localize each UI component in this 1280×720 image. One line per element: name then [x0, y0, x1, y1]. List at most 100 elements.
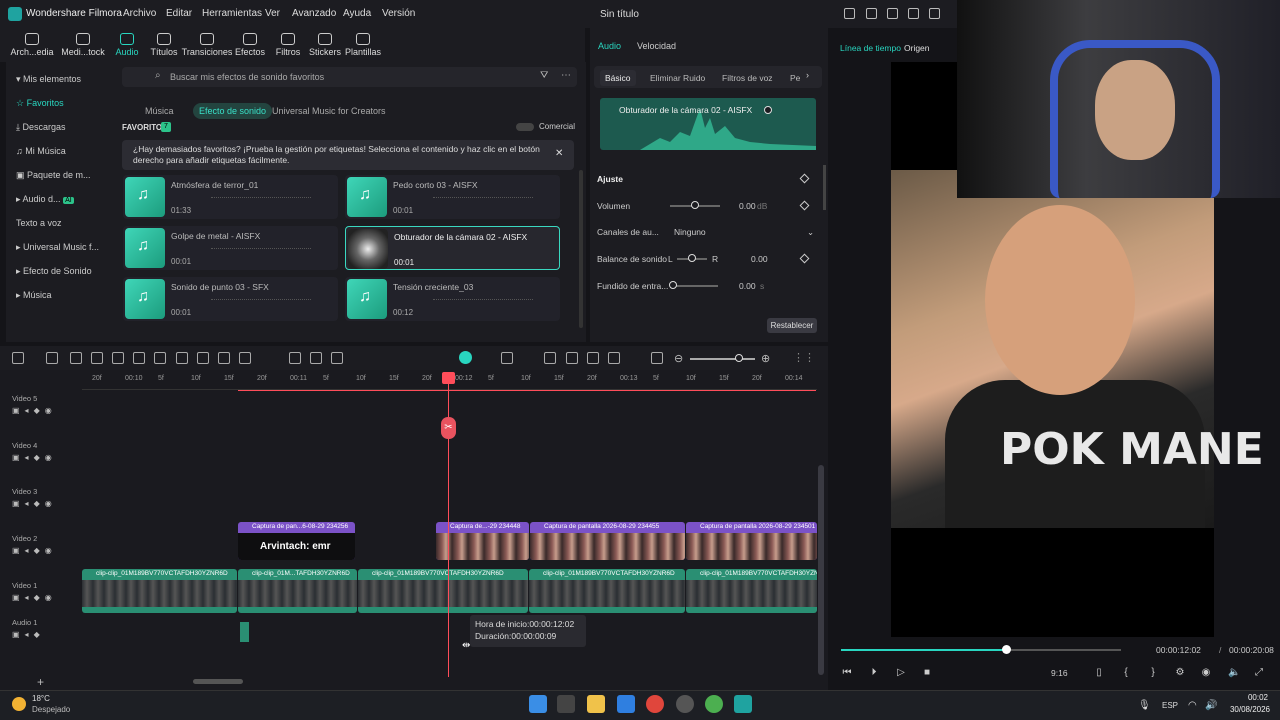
list-item[interactable]: ♫ Tensión creciente_03 00:12	[345, 277, 560, 321]
reset-button[interactable]: Restablecer	[767, 318, 817, 333]
redo-icon[interactable]	[91, 352, 103, 364]
speed-icon[interactable]	[218, 352, 230, 364]
sidebar-item-favoritos[interactable]: ☆ Favoritos	[6, 92, 106, 114]
balance-knob[interactable]	[688, 254, 696, 262]
timeline-clip[interactable]: clip-clip_01M189BV770VCTAFDH30YZNR6D	[686, 569, 817, 613]
timeline-clip[interactable]: clip-clip_01M189BV770VCTAFDH30YZNR6D	[358, 569, 528, 613]
pip-icon[interactable]	[651, 352, 663, 364]
taskview-icon[interactable]	[557, 695, 575, 713]
stop-icon[interactable]: ■	[922, 668, 932, 678]
more-icon[interactable]: ⋯	[561, 70, 571, 81]
language[interactable]: ESP	[1162, 701, 1178, 710]
weather-desc[interactable]: Despejado	[32, 705, 70, 714]
snapshot-icon[interactable]: ◉	[1201, 668, 1211, 678]
zoom-out-icon[interactable]: ⊖	[674, 352, 683, 365]
select-icon[interactable]	[46, 352, 58, 364]
mic-tray-icon[interactable]: 🎙	[1138, 700, 1151, 711]
menu-herramientas[interactable]: Herramientas	[202, 8, 262, 19]
timeline-vscroll[interactable]	[818, 465, 824, 675]
sidebar-item-paquete[interactable]: ▣ Paquete de m...	[6, 164, 106, 186]
search-input[interactable]: Buscar mis efectos de sonido favoritos	[170, 72, 324, 82]
tab-musica[interactable]: Música	[139, 103, 180, 119]
tab-efecto-de-sonido[interactable]: Efecto de sonido	[193, 103, 273, 119]
zoom-knob[interactable]	[735, 354, 743, 362]
menu-editar[interactable]: Editar	[166, 8, 192, 19]
close-icon[interactable]: ✕	[555, 148, 563, 159]
timer-icon[interactable]	[239, 352, 251, 364]
layout-icon[interactable]	[12, 352, 24, 364]
tab-origin[interactable]: Origen	[904, 43, 930, 53]
menu-archivo[interactable]: Archivo	[123, 8, 156, 19]
list-item[interactable]: ♫ Golpe de metal - AISFX 00:01	[123, 226, 338, 270]
network-icon[interactable]: ◠	[1188, 700, 1197, 711]
list-item[interactable]: ♫ Sonido de punto 03 - SFX 00:01	[123, 277, 338, 321]
list-scrollbar[interactable]	[579, 170, 583, 328]
list-item[interactable]: ♫ Pedo corto 03 - AISFX 00:01	[345, 175, 560, 219]
list-item-selected[interactable]: Obturador de la cámara 02 - AISFX 00:01	[345, 226, 560, 270]
chrome-alt-icon[interactable]	[705, 695, 723, 713]
playhead-handle[interactable]	[442, 372, 455, 384]
sidebar-item-universal-music[interactable]: ▸ Universal Music f...	[6, 236, 106, 258]
track-controls[interactable]: ▣◂◆	[12, 630, 45, 639]
sidebar-item-efecto-sonido[interactable]: ▸ Efecto de Sonido	[6, 260, 106, 282]
list-item[interactable]: ♫ Atmósfera de terror_01 01:33	[123, 175, 338, 219]
volume-knob[interactable]	[691, 201, 699, 209]
waveform-handle[interactable]	[764, 106, 772, 114]
timeline-clip[interactable]: Captura de pan...6-08-29 234256 Arvintach…	[238, 522, 355, 560]
timeline-clip[interactable]: clip-clip_01M189BV770VCTAFDH30YZNR6D	[82, 569, 237, 613]
speaker-icon[interactable]: 🔊	[1205, 700, 1217, 711]
sidebar-item-descargas[interactable]: ⤓ Descargas	[6, 116, 106, 138]
tab-velocidad[interactable]: Velocidad	[637, 41, 676, 51]
play-frame-icon[interactable]: ⏵	[869, 668, 879, 678]
add-track-icon[interactable]: +	[37, 675, 44, 689]
settings-icon[interactable]: ⚙	[1175, 668, 1185, 678]
commercial-toggle[interactable]	[516, 123, 534, 131]
send-icon[interactable]	[866, 8, 877, 19]
tab-basico[interactable]: Básico	[600, 70, 636, 86]
channels-select[interactable]: Ninguno	[674, 227, 706, 237]
mixer-icon[interactable]	[608, 352, 620, 364]
volume-value[interactable]: 0.00	[739, 201, 756, 211]
delete-icon[interactable]	[112, 352, 124, 364]
zoom-in-icon[interactable]: ⊕	[761, 352, 770, 365]
menu-ayuda[interactable]: Ayuda	[343, 8, 371, 19]
date[interactable]: 30/08/2026	[1224, 705, 1270, 714]
sidebar-item-musica[interactable]: ▸ Música	[6, 284, 106, 306]
menu-version[interactable]: Versión	[382, 8, 415, 19]
balance-value[interactable]: 0.00	[751, 254, 768, 264]
render-icon[interactable]	[501, 352, 513, 364]
track-controls[interactable]: ▣◂◆◉	[12, 546, 57, 555]
start-icon[interactable]	[529, 695, 547, 713]
audio-adjust-icon[interactable]	[310, 352, 322, 364]
tab-filtros-de-voz[interactable]: Filtros de voz	[717, 70, 778, 86]
tool-import[interactable]: Arch...edia	[5, 30, 59, 57]
sidebar-item-mi-musica[interactable]: ♫ Mi Música	[6, 140, 106, 162]
tool-templates[interactable]: Plantillas	[336, 30, 390, 57]
mark-in-icon[interactable]: {	[1121, 668, 1131, 678]
timeline-clip[interactable]: clip-clip_01M...TAFDH30YZNR6D	[238, 569, 357, 613]
tab-audio[interactable]: Audio	[598, 41, 621, 51]
grid-icon[interactable]: ⋮⋮	[793, 351, 815, 364]
image-icon[interactable]	[908, 8, 919, 19]
aspect-ratio[interactable]: 9:16	[1051, 668, 1068, 678]
play-icon[interactable]: ▷	[896, 668, 906, 678]
track-controls[interactable]: ▣◂◆◉	[12, 499, 57, 508]
mark-icon[interactable]: ▯	[1094, 668, 1104, 678]
gift-icon[interactable]	[844, 8, 855, 19]
timeline-clip[interactable]: Captura de pantalla 2026-08-29 234455	[530, 522, 685, 560]
track-controls[interactable]: ▣◂◆◉	[12, 406, 57, 415]
mic-icon[interactable]	[587, 352, 599, 364]
tab-timeline[interactable]: Línea de tiempo	[840, 43, 901, 53]
timeline-clip[interactable]: Captura de...-29 234448	[436, 522, 529, 560]
app-icon[interactable]	[676, 695, 694, 713]
timeline-clip[interactable]: clip-clip_01M189BV770VCTAFDH30YZNR6D	[529, 569, 685, 613]
volume-icon[interactable]: 🔈	[1228, 668, 1240, 678]
tab-universal-music[interactable]: Universal Music for Creators	[266, 103, 392, 119]
menu-avanzado[interactable]: Avanzado	[292, 8, 336, 19]
split-marker[interactable]: ✂	[441, 417, 456, 439]
save-icon[interactable]	[929, 8, 940, 19]
weather-icon[interactable]	[12, 697, 26, 711]
mark-out-icon[interactable]: }	[1148, 668, 1158, 678]
chevron-down-icon[interactable]: ⌄	[807, 227, 814, 238]
tab-more[interactable]: Pe	[785, 70, 805, 86]
